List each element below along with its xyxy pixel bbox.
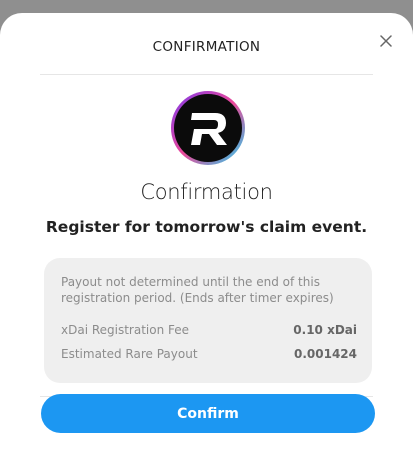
header-divider — [40, 74, 373, 75]
registration-info-card: Payout not determined until the end of t… — [44, 258, 372, 383]
rare-logo-icon — [171, 91, 245, 165]
confirmation-title: Confirmation — [140, 180, 273, 204]
payout-note: Payout not determined until the end of t… — [61, 275, 334, 305]
confirm-button[interactable]: Confirm — [41, 394, 375, 433]
modal-header-title: CONFIRMATION — [152, 39, 261, 55]
estimated-payout-label: Estimated Rare Payout — [61, 347, 198, 361]
confirmation-subtitle: Register for tomorrow's claim event. — [45, 218, 368, 236]
estimated-payout-value: 0.001424 — [293, 347, 357, 361]
registration-fee-label: xDai Registration Fee — [61, 323, 190, 337]
estimated-payout-row: Estimated Rare Payout 0.001424 — [61, 347, 357, 361]
registration-fee-row: xDai Registration Fee 0.10 xDai — [61, 323, 357, 337]
close-icon[interactable] — [377, 32, 395, 50]
registration-fee-value: 0.10 xDai — [293, 323, 357, 337]
